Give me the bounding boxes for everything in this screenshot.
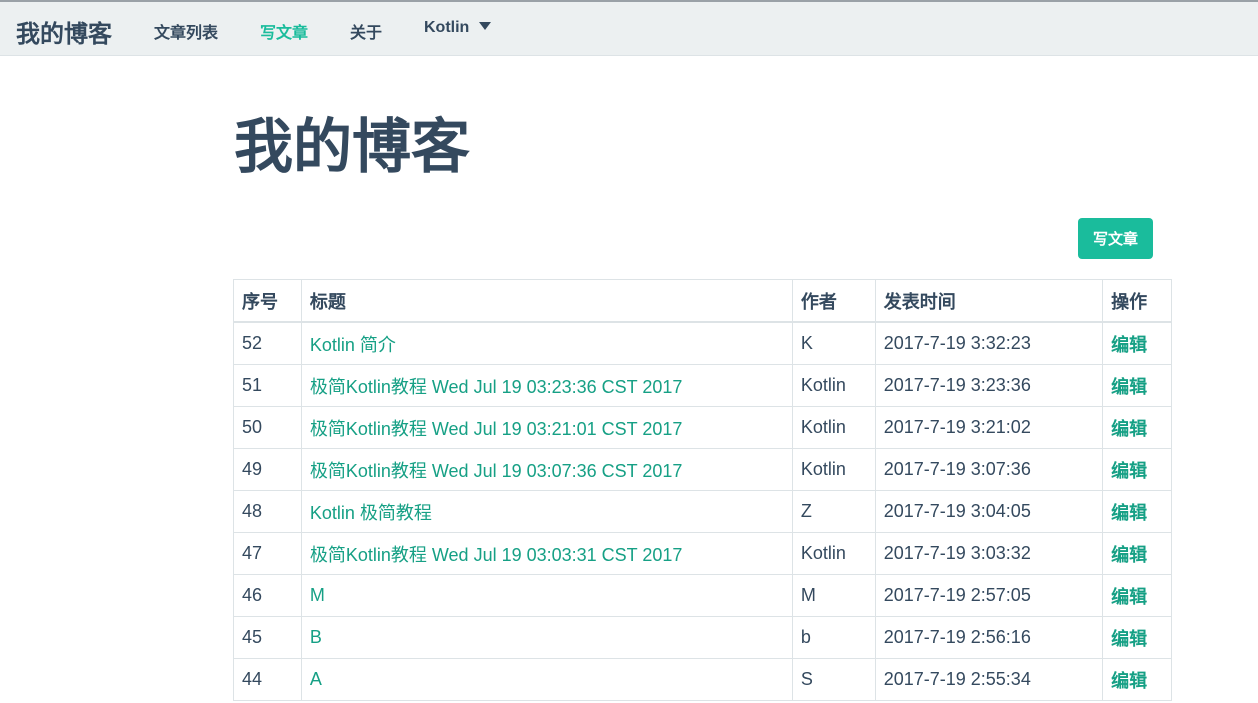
nav-item-write-article[interactable]: 写文章 bbox=[260, 19, 308, 43]
cell-actions: 编辑 bbox=[1102, 406, 1172, 449]
table-header-row: 序号 标题 作者 发表时间 操作 bbox=[233, 279, 1172, 323]
cell-time: 2017-7-19 2:55:34 bbox=[874, 658, 1104, 701]
cell-title: Kotlin 简介 bbox=[300, 321, 793, 365]
cell-id: 47 bbox=[233, 532, 302, 575]
cell-time: 2017-7-19 3:04:05 bbox=[874, 490, 1104, 533]
header-title: 标题 bbox=[300, 279, 793, 323]
edit-link[interactable]: 编辑 bbox=[1111, 335, 1147, 355]
cell-author: Kotlin bbox=[791, 532, 876, 575]
table-row: 49 极简Kotlin教程 Wed Jul 19 03:07:36 CST 20… bbox=[233, 448, 1172, 491]
post-title-link[interactable]: 极简Kotlin教程 Wed Jul 19 03:07:36 CST 2017 bbox=[310, 461, 683, 481]
cell-title: 极简Kotlin教程 Wed Jul 19 03:21:01 CST 2017 bbox=[300, 406, 793, 449]
cell-title: 极简Kotlin教程 Wed Jul 19 03:03:31 CST 2017 bbox=[300, 532, 793, 575]
cell-author: b bbox=[791, 616, 876, 659]
cell-author: Kotlin bbox=[791, 406, 876, 449]
post-title-link[interactable]: A bbox=[310, 669, 322, 689]
header-id: 序号 bbox=[233, 279, 302, 323]
nav-item-kotlin-label: Kotlin bbox=[424, 19, 470, 36]
brand-link[interactable]: 我的博客 bbox=[16, 14, 112, 49]
edit-link[interactable]: 编辑 bbox=[1111, 419, 1147, 439]
cell-title: B bbox=[300, 616, 793, 659]
cell-id: 50 bbox=[233, 406, 302, 449]
edit-link[interactable]: 编辑 bbox=[1111, 671, 1147, 691]
edit-link[interactable]: 编辑 bbox=[1111, 503, 1147, 523]
cell-title: M bbox=[300, 574, 793, 617]
cell-actions: 编辑 bbox=[1102, 658, 1172, 701]
edit-link[interactable]: 编辑 bbox=[1111, 629, 1147, 649]
post-title-link[interactable]: B bbox=[310, 627, 322, 647]
table-row: 52 Kotlin 简介 K 2017-7-19 3:32:23 编辑 bbox=[233, 321, 1172, 365]
cell-time: 2017-7-19 3:32:23 bbox=[874, 321, 1104, 365]
edit-link[interactable]: 编辑 bbox=[1111, 377, 1147, 397]
header-actions: 操作 bbox=[1102, 279, 1172, 323]
cell-author: K bbox=[791, 321, 876, 365]
table-row: 47 极简Kotlin教程 Wed Jul 19 03:03:31 CST 20… bbox=[233, 532, 1172, 575]
edit-link[interactable]: 编辑 bbox=[1111, 587, 1147, 607]
cell-id: 44 bbox=[233, 658, 302, 701]
cell-author: S bbox=[791, 658, 876, 701]
cell-actions: 编辑 bbox=[1102, 448, 1172, 491]
header-author: 作者 bbox=[791, 279, 876, 323]
table-row: 45 B b 2017-7-19 2:56:16 编辑 bbox=[233, 616, 1172, 659]
cell-actions: 编辑 bbox=[1102, 574, 1172, 617]
cell-id: 48 bbox=[233, 490, 302, 533]
cell-author: Z bbox=[791, 490, 876, 533]
cell-actions: 编辑 bbox=[1102, 616, 1172, 659]
cell-title: Kotlin 极简教程 bbox=[300, 490, 793, 533]
post-title-link[interactable]: 极简Kotlin教程 Wed Jul 19 03:23:36 CST 2017 bbox=[310, 377, 683, 397]
cell-actions: 编辑 bbox=[1102, 364, 1172, 407]
cell-title: 极简Kotlin教程 Wed Jul 19 03:23:36 CST 2017 bbox=[300, 364, 793, 407]
nav-item-article-list[interactable]: 文章列表 bbox=[154, 19, 218, 43]
cell-actions: 编辑 bbox=[1102, 321, 1172, 365]
cell-id: 51 bbox=[233, 364, 302, 407]
nav-item-kotlin-dropdown[interactable]: Kotlin bbox=[424, 19, 492, 37]
cell-title: 极简Kotlin教程 Wed Jul 19 03:07:36 CST 2017 bbox=[300, 448, 793, 491]
table-row: 51 极简Kotlin教程 Wed Jul 19 03:23:36 CST 20… bbox=[233, 364, 1172, 407]
cell-title: A bbox=[300, 658, 793, 701]
cell-id: 46 bbox=[233, 574, 302, 617]
post-title-link[interactable]: 极简Kotlin教程 Wed Jul 19 03:03:31 CST 2017 bbox=[310, 545, 683, 565]
nav-item-about[interactable]: 关于 bbox=[350, 19, 382, 43]
edit-link[interactable]: 编辑 bbox=[1111, 545, 1147, 565]
cell-author: M bbox=[791, 574, 876, 617]
edit-link[interactable]: 编辑 bbox=[1111, 461, 1147, 481]
cell-actions: 编辑 bbox=[1102, 490, 1172, 533]
cell-author: Kotlin bbox=[791, 448, 876, 491]
table-row: 46 M M 2017-7-19 2:57:05 编辑 bbox=[233, 574, 1172, 617]
posts-table: 序号 标题 作者 发表时间 操作 52 Kotlin 简介 K 2017-7-1… bbox=[233, 279, 1172, 701]
post-title-link[interactable]: Kotlin 简介 bbox=[310, 335, 396, 355]
table-row: 48 Kotlin 极简教程 Z 2017-7-19 3:04:05 编辑 bbox=[233, 490, 1172, 533]
cell-time: 2017-7-19 3:21:02 bbox=[874, 406, 1104, 449]
cell-author: Kotlin bbox=[791, 364, 876, 407]
post-title-link[interactable]: M bbox=[310, 585, 325, 605]
cell-actions: 编辑 bbox=[1102, 532, 1172, 575]
page-title: 我的博客 bbox=[234, 114, 471, 180]
header-time: 发表时间 bbox=[874, 279, 1104, 323]
caret-down-icon bbox=[479, 22, 492, 30]
cell-time: 2017-7-19 3:07:36 bbox=[874, 448, 1104, 491]
cell-id: 49 bbox=[233, 448, 302, 491]
cell-time: 2017-7-19 3:23:36 bbox=[874, 364, 1104, 407]
write-article-button[interactable]: 写文章 bbox=[1078, 218, 1153, 259]
cell-time: 2017-7-19 2:57:05 bbox=[874, 574, 1104, 617]
cell-time: 2017-7-19 3:03:32 bbox=[874, 532, 1104, 575]
cell-id: 52 bbox=[233, 321, 302, 365]
navbar: 我的博客 文章列表 写文章 关于 Kotlin bbox=[0, 2, 1258, 56]
table-row: 50 极简Kotlin教程 Wed Jul 19 03:21:01 CST 20… bbox=[233, 406, 1172, 449]
post-title-link[interactable]: Kotlin 极简教程 bbox=[310, 503, 432, 523]
post-title-link[interactable]: 极简Kotlin教程 Wed Jul 19 03:21:01 CST 2017 bbox=[310, 419, 683, 439]
cell-id: 45 bbox=[233, 616, 302, 659]
table-row: 44 A S 2017-7-19 2:55:34 编辑 bbox=[233, 658, 1172, 701]
cell-time: 2017-7-19 2:56:16 bbox=[874, 616, 1104, 659]
